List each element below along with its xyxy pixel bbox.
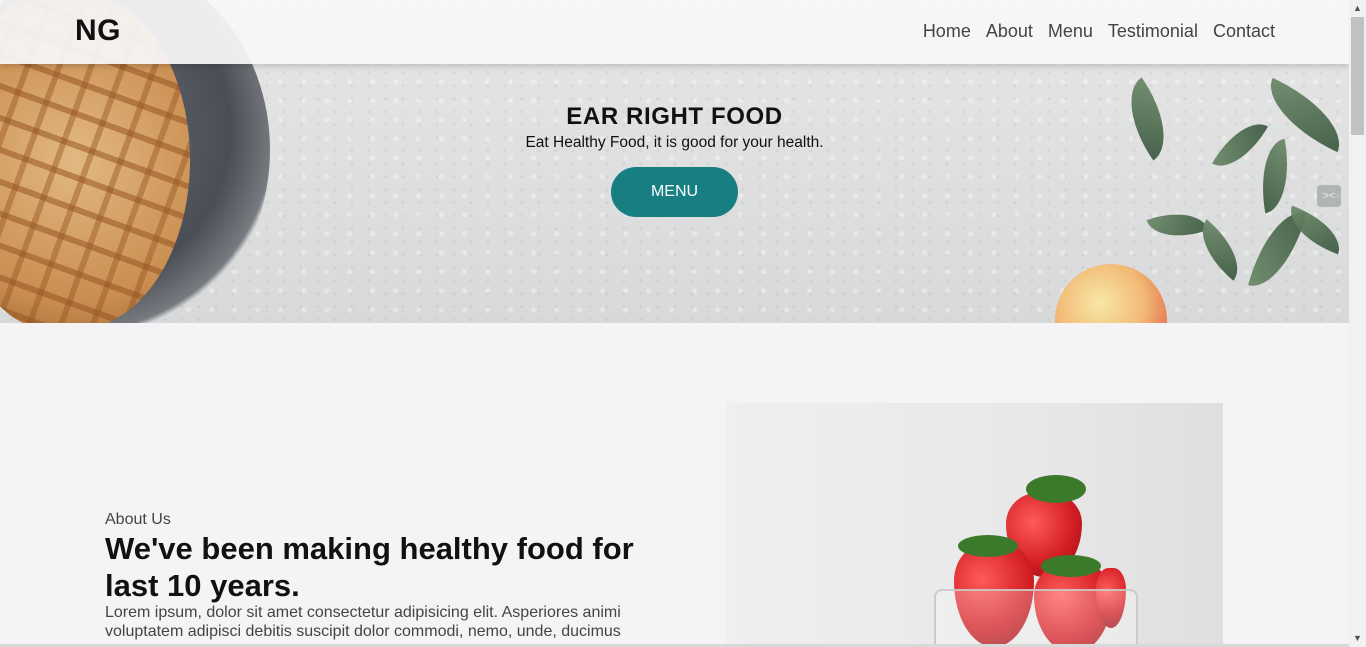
hero-title: EAR RIGHT FOOD xyxy=(566,103,783,130)
scroll-down-arrow-icon[interactable]: ▼ xyxy=(1349,630,1366,647)
about-label: About Us xyxy=(105,511,171,528)
nav-home[interactable]: Home xyxy=(923,21,971,42)
strawberry-leaf xyxy=(1026,475,1086,503)
menu-button[interactable]: MENU xyxy=(611,167,738,217)
nav-menu[interactable]: Menu xyxy=(1048,21,1093,42)
strawberry-leaf xyxy=(958,535,1018,557)
page: EAR RIGHT FOOD Eat Healthy Food, it is g… xyxy=(0,0,1349,647)
scroll-up-arrow-icon[interactable]: ▲ xyxy=(1349,0,1366,17)
about-body: Lorem ipsum, dolor sit amet consectetur … xyxy=(105,604,621,640)
navbar: NG Home About Menu Testimonial Contact xyxy=(0,0,1349,64)
about-heading: We've been making healthy food for last … xyxy=(105,531,634,603)
vertical-scrollbar[interactable]: ▲ ▼ xyxy=(1349,0,1366,647)
apple-image xyxy=(1055,264,1167,323)
nav-about[interactable]: About xyxy=(986,21,1033,42)
collapse-arrows-icon[interactable]: >< xyxy=(1317,185,1341,207)
scrollbar-thumb[interactable] xyxy=(1351,17,1364,135)
strawberries-image xyxy=(726,403,1223,647)
nav-contact[interactable]: Contact xyxy=(1213,21,1275,42)
hero-subtitle: Eat Healthy Food, it is good for your he… xyxy=(525,134,824,151)
strawberry-leaf xyxy=(1041,555,1101,577)
nav-testimonial[interactable]: Testimonial xyxy=(1108,21,1198,42)
glass-bowl xyxy=(934,589,1138,647)
hero-text: EAR RIGHT FOOD Eat Healthy Food, it is g… xyxy=(0,103,1349,152)
leaf-image xyxy=(1146,201,1209,249)
logo[interactable]: NG xyxy=(75,14,121,48)
nav-links: Home About Menu Testimonial Contact xyxy=(923,21,1275,42)
